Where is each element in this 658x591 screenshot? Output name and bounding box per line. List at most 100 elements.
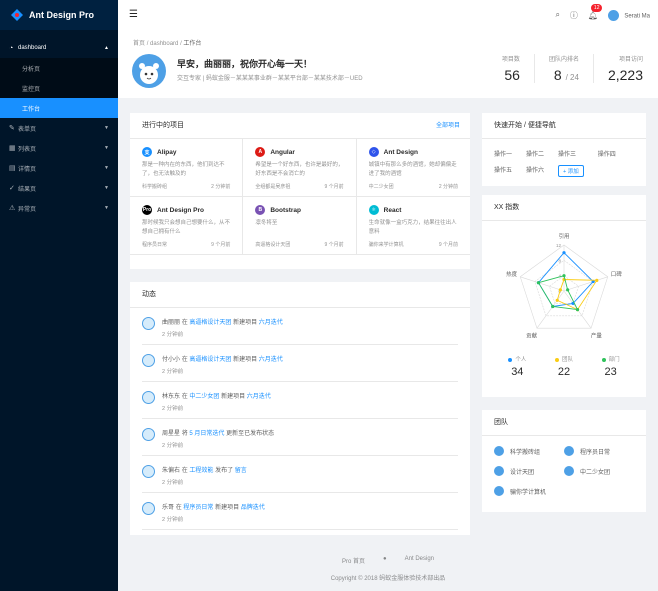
project-item[interactable]: ⚛ React 生命就像一盒巧克力，结果往往出人意料 骗你来学计算机 9 个月前	[356, 197, 470, 255]
footer-link-pro[interactable]: Pro 首页	[342, 556, 365, 565]
project-name[interactable]: Angular	[270, 149, 295, 156]
activity-group-link[interactable]: 高逼格设计天团	[189, 320, 231, 326]
activity-target-link[interactable]: 六月迭代	[247, 394, 271, 400]
chevron-down-icon: ▼	[104, 205, 109, 211]
sidebar: Ant Design Pro ◔ dashboard ▲ 分析页 监控页 工作台…	[0, 0, 118, 591]
activity-verb: 在	[181, 357, 188, 363]
project-item[interactable]: Pro Ant Design Pro 那时候我只会想自己想要什么，从不想自己拥有什么…	[130, 197, 244, 255]
legend-value: 23	[604, 366, 617, 378]
search-icon[interactable]: ⌕	[555, 10, 559, 20]
radar-total-personal: 个人 34	[508, 355, 526, 378]
sidebar-item-profile[interactable]: ▤ 详情页 ▼	[0, 158, 118, 178]
legend-label: 团队	[561, 357, 573, 363]
activity-user: 朱偏右	[162, 468, 181, 474]
breadcrumb-home[interactable]: 首页	[133, 41, 145, 47]
activity-time: 2 分钟前	[162, 443, 184, 449]
team-item[interactable]: 科学搬砖组	[494, 446, 564, 456]
notification-bell[interactable]: 🔔︎ 12	[588, 3, 603, 20]
sidebar-item-dashboard[interactable]: ◔ dashboard ▲	[0, 38, 118, 58]
project-item[interactable]: A Angular 希望是一个好东西，也许是最好的，好东西是不会消亡的 全组都是吴彦祖…	[243, 139, 357, 197]
radar-total-department: 部门 23	[601, 355, 620, 378]
activity-action: 新建项目	[221, 394, 246, 400]
radar-point	[551, 304, 555, 309]
radar-point	[562, 251, 566, 255]
project-description: 那是一种内在的东西，他们到达不了，也无法触及的	[142, 162, 225, 177]
sidebar-item-list[interactable]: ▦ 列表页 ▼	[0, 138, 118, 158]
card-title: XX 指数	[494, 204, 520, 211]
project-name[interactable]: Ant Design	[384, 149, 418, 156]
radar-axis	[536, 290, 565, 329]
sidebar-item-label: 异常页	[18, 206, 37, 213]
project-name[interactable]: Bootstrap	[270, 207, 301, 214]
project-name[interactable]: React	[384, 207, 402, 214]
project-time: 2 分钟前	[438, 184, 458, 190]
sidebar-item-exception[interactable]: ⚠ 异常页 ▼	[0, 198, 118, 218]
stat-label: 团队内排名	[548, 57, 579, 63]
project-team[interactable]: 骗你来学计算机	[369, 241, 404, 248]
activity-verb: 将	[181, 431, 188, 437]
activity-target-link[interactable]: 品牌迭代	[241, 505, 265, 511]
quick-link[interactable]: 操作五	[494, 165, 512, 177]
sidebar-item-result[interactable]: ✓ 结果页 ▼	[0, 178, 118, 198]
project-name[interactable]: Ant Design Pro	[157, 207, 204, 214]
activity-target-link[interactable]: 六月迭代	[259, 357, 283, 363]
activity-target-link[interactable]: 六月迭代	[259, 320, 283, 326]
project-team[interactable]: 中二少女团	[369, 183, 394, 190]
logo[interactable]: Ant Design Pro	[0, 0, 118, 30]
form-icon: ✎	[9, 125, 15, 132]
project-logo-icon: B	[255, 205, 266, 215]
activity-user: 曲丽丽	[162, 320, 181, 326]
project-team[interactable]: 全组都是吴彦祖	[255, 183, 290, 190]
sidebar-item-workplace[interactable]: 工作台	[0, 98, 118, 118]
sidebar-item-form[interactable]: ✎ 表单页 ▼	[0, 118, 118, 138]
quick-link[interactable]: 操作三	[558, 149, 584, 158]
project-name[interactable]: Alipay	[157, 149, 177, 156]
breadcrumb-dashboard[interactable]: dashboard	[150, 41, 178, 47]
activity-group-link[interactable]: 高逼格设计天团	[189, 357, 231, 363]
quick-link[interactable]: 操作二	[526, 149, 544, 158]
project-team[interactable]: 科学搬砖组	[142, 183, 167, 190]
stat-rank: 团队内排名 8 / 24	[533, 54, 579, 83]
sidebar-item-label: 工作台	[22, 106, 41, 113]
activity-group-link[interactable]: 中二少女团	[189, 394, 219, 400]
project-description: 希望是一个好东西，也许是最好的，好东西是不会消亡的	[255, 162, 344, 177]
radar-point	[562, 274, 566, 278]
activity-user: 周星星	[162, 431, 181, 437]
team-item[interactable]: 设计天团	[494, 466, 564, 476]
github-icon[interactable]: ●	[383, 556, 387, 565]
sidebar-item-analysis[interactable]: 分析页	[0, 58, 118, 78]
sidebar-submenu: 分析页 监控页 工作台	[0, 58, 118, 118]
team-item[interactable]: 程序员日常	[564, 446, 634, 456]
activity-group-link[interactable]: 工程效能	[189, 468, 213, 474]
sidebar-item-monitor[interactable]: 监控页	[0, 78, 118, 98]
team-item[interactable]: 骗你学计算机	[494, 486, 564, 496]
card-title: 团队	[494, 419, 508, 426]
sidebar-item-label: 详情页	[18, 166, 37, 173]
user-menu[interactable]: Serati Ma	[608, 9, 650, 21]
quick-link[interactable]: 操作四	[598, 149, 616, 158]
project-item[interactable]: ◇ Ant Design 城镇中有那么多的酒馆，她却偏偏走进了我的酒馆 中二少女团 2 …	[356, 139, 470, 197]
team-avatar	[494, 446, 504, 456]
activity-target-link[interactable]: 留言	[235, 468, 247, 474]
project-item[interactable]: B Bootstrap 凛冬将至 高逼格设计天团 9 个月前	[243, 197, 357, 255]
radar-point	[536, 281, 541, 285]
project-team[interactable]: 高逼格设计天团	[255, 241, 290, 248]
menu-fold-icon[interactable]: ☰	[129, 9, 138, 20]
team-card: 团队 科学搬砖组 程序员日常 设计天团 中二少女团 骗你学计算机	[482, 410, 646, 512]
project-team[interactable]: 程序员日常	[142, 241, 167, 248]
legend-value: 22	[557, 366, 571, 378]
activity-group-link[interactable]: 5 月日常迭代	[189, 431, 224, 437]
footer-link-antd[interactable]: Ant Design	[405, 556, 434, 565]
activity-card: 动态 曲丽丽 在 高逼格设计天团 新建项目 六月迭代 2 分钟前 付小小 在 高逼格…	[130, 282, 470, 535]
activity-user: 乐哥	[162, 505, 175, 511]
radar-axis-label: 引用	[558, 232, 569, 240]
activity-group-link[interactable]: 程序员日常	[183, 505, 213, 511]
all-projects-link[interactable]: 全部项目	[436, 113, 460, 139]
help-icon[interactable]: ⓘ	[570, 10, 578, 21]
quick-link[interactable]: 操作六	[526, 165, 544, 177]
project-item[interactable]: 支 Alipay 那是一种内在的东西，他们到达不了，也无法触及的 科学搬砖组 2 分钟前	[130, 139, 244, 197]
team-item[interactable]: 中二少女团	[564, 466, 634, 476]
add-link-button[interactable]: + 添加	[558, 165, 584, 177]
quick-link[interactable]: 操作一	[494, 149, 512, 158]
activity-verb: 在	[181, 468, 188, 474]
